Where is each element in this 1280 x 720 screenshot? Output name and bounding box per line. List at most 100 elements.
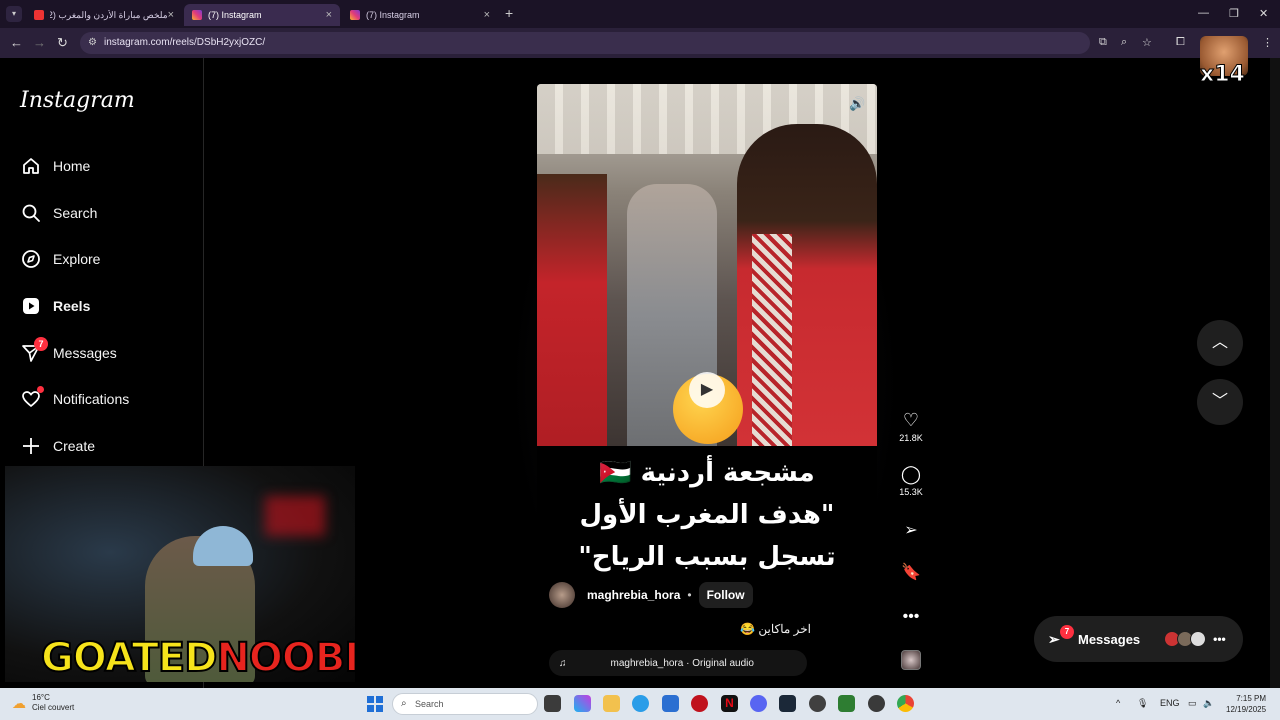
app-icon[interactable] bbox=[691, 695, 708, 712]
sidebar-item-messages[interactable]: 7 Messages bbox=[20, 337, 117, 367]
new-tab-button[interactable]: + bbox=[505, 5, 513, 21]
site-info-icon[interactable]: ⚙ bbox=[88, 32, 97, 54]
tab-youtube[interactable]: ملخص مباراة الأردن والمغرب (2-3 × bbox=[26, 4, 182, 26]
store-icon[interactable] bbox=[662, 695, 679, 712]
follow-button[interactable]: Follow bbox=[698, 582, 753, 608]
minimize-icon[interactable]: — bbox=[1198, 7, 1209, 19]
caption-line: مشجعة أردنية 🇯🇴 bbox=[599, 458, 815, 488]
close-tab-icon[interactable]: × bbox=[484, 9, 490, 21]
restore-icon[interactable]: ❐ bbox=[1229, 7, 1239, 20]
taskbar-search[interactable]: ⌕ Search bbox=[392, 693, 538, 715]
previous-reel-button[interactable]: ︿ bbox=[1197, 320, 1243, 366]
tab-instagram[interactable]: (7) Instagram × bbox=[342, 4, 498, 26]
address-toolbar: ← → ↻ ⚙ instagram.com/reels/DSbH2yxjOZC/… bbox=[0, 28, 1280, 58]
steam-icon[interactable] bbox=[779, 695, 796, 712]
search-icon: ⌕ bbox=[401, 698, 407, 709]
forward-icon[interactable]: → bbox=[33, 35, 46, 50]
youtube-icon bbox=[34, 10, 44, 20]
sidebar-item-label: Create bbox=[53, 438, 96, 454]
obs-icon[interactable] bbox=[868, 695, 885, 712]
app-icon[interactable] bbox=[809, 695, 826, 712]
sidebar-item-label: Explore bbox=[53, 251, 101, 267]
heart-icon bbox=[20, 386, 44, 410]
sidebar-item-search[interactable]: Search bbox=[20, 199, 97, 227]
back-icon[interactable]: ← bbox=[10, 35, 23, 50]
sidebar-item-label: Messages bbox=[53, 345, 117, 361]
like-button[interactable]: ♡ 21.8K bbox=[893, 410, 929, 443]
weather-temp: 16°C bbox=[32, 693, 50, 702]
extensions-icon[interactable]: ⧠ bbox=[1176, 36, 1185, 49]
sidebar-item-home[interactable]: Home bbox=[20, 152, 90, 180]
messages-badge: 7 bbox=[34, 337, 48, 351]
weather-desc: Ciel couvert bbox=[32, 703, 75, 712]
taskbar-search-placeholder: Search bbox=[415, 699, 444, 709]
chrome-icon[interactable] bbox=[897, 695, 914, 712]
more-options-button[interactable]: ••• bbox=[893, 608, 929, 626]
avatar[interactable] bbox=[549, 582, 575, 608]
tab-title: (7) Instagram bbox=[208, 10, 262, 20]
close-tab-icon[interactable]: × bbox=[168, 9, 174, 21]
page-scrollbar[interactable] bbox=[1270, 58, 1280, 688]
comment-button[interactable]: ◯ 15.3K bbox=[893, 464, 929, 497]
close-tab-icon[interactable]: × bbox=[326, 9, 332, 21]
discord-icon[interactable] bbox=[750, 695, 767, 712]
sound-icon[interactable]: 🔊 bbox=[849, 96, 865, 112]
audio-avatar[interactable] bbox=[901, 650, 921, 670]
weather-widget[interactable]: ☁ 16°C Ciel couvert bbox=[12, 693, 74, 713]
play-icon[interactable]: ▶ bbox=[689, 372, 725, 408]
sidebar-item-create[interactable]: Create bbox=[20, 432, 95, 460]
terminal-icon[interactable] bbox=[838, 695, 855, 712]
messenger-icon: 7 bbox=[20, 337, 48, 364]
music-note-icon: ♫ bbox=[559, 657, 567, 669]
task-view-icon[interactable] bbox=[544, 695, 561, 712]
stream-overlay-multiplier: x14 bbox=[1200, 62, 1246, 88]
video-keffiyeh bbox=[752, 234, 792, 446]
instagram-page: Instagram Home Search Explore Reels 7 Me… bbox=[0, 58, 1270, 688]
install-app-icon[interactable]: ⧉ bbox=[1099, 36, 1107, 49]
more-icon: ••• bbox=[1213, 632, 1226, 646]
instagram-logo[interactable]: Instagram bbox=[20, 88, 135, 113]
clock-date: 12/19/2025 bbox=[1226, 705, 1267, 714]
browser-tab-bar: ▾ ملخص مباراة الأردن والمغرب (2-3 × (7) … bbox=[0, 0, 1280, 28]
file-explorer-icon[interactable] bbox=[603, 695, 620, 712]
edge-icon[interactable] bbox=[632, 695, 649, 712]
close-window-icon[interactable]: ✕ bbox=[1259, 7, 1268, 20]
avatar bbox=[1190, 631, 1207, 647]
system-clock[interactable]: 7:15 PM 12/19/2025 bbox=[1226, 693, 1266, 715]
copilot-icon[interactable] bbox=[574, 695, 591, 712]
windows-start-icon[interactable] bbox=[367, 696, 383, 712]
tab-list-button[interactable]: ▾ bbox=[6, 6, 22, 22]
message-avatars bbox=[1164, 631, 1207, 647]
reload-icon[interactable]: ↻ bbox=[57, 35, 68, 51]
tab-instagram-active[interactable]: (7) Instagram × bbox=[184, 4, 340, 26]
sidebar-item-label: Search bbox=[53, 205, 98, 221]
tray-overflow-icon[interactable]: ^ bbox=[1116, 698, 1120, 708]
sidebar-item-notifications[interactable]: Notifications bbox=[20, 385, 129, 413]
author-handle[interactable]: maghrebia_hora bbox=[587, 588, 680, 602]
browser-menu-icon[interactable]: ⋮ bbox=[1262, 36, 1273, 49]
chevron-down-icon: ﹀ bbox=[1211, 393, 1228, 410]
windows-taskbar: ☁ 16°C Ciel couvert ⌕ Search N ^ 🎙 ENG ▭… bbox=[0, 688, 1280, 720]
bookmark-star-icon[interactable]: ☆ bbox=[1142, 36, 1152, 49]
notification-dot bbox=[37, 386, 44, 393]
more-icon: ••• bbox=[902, 608, 920, 625]
volume-icon[interactable]: 🔈 bbox=[1203, 698, 1214, 709]
reel-author: maghrebia_hora • Follow bbox=[549, 582, 753, 608]
audio-attribution[interactable]: ♫ maghrebia_hora · Original audio bbox=[549, 650, 807, 676]
messages-pill[interactable]: ➢ 7 Messages ••• bbox=[1034, 616, 1243, 662]
language-indicator[interactable]: ENG bbox=[1160, 698, 1180, 708]
netflix-icon[interactable]: N bbox=[721, 695, 738, 712]
url-text: instagram.com/reels/DSbH2yxjOZC/ bbox=[104, 37, 266, 48]
reel-video[interactable]: 🔊 ▶ bbox=[537, 84, 877, 446]
save-button[interactable]: 🔖 bbox=[893, 562, 929, 582]
microphone-icon[interactable]: 🎙 bbox=[1137, 698, 1148, 709]
zoom-icon[interactable]: ⌕ bbox=[1121, 36, 1127, 49]
sidebar-item-reels[interactable]: Reels bbox=[20, 292, 90, 320]
sidebar-item-explore[interactable]: Explore bbox=[20, 245, 100, 273]
url-bar[interactable]: ⚙ instagram.com/reels/DSbH2yxjOZC/ bbox=[80, 32, 1090, 54]
next-reel-button[interactable]: ﹀ bbox=[1197, 379, 1243, 425]
background-light bbox=[265, 496, 325, 536]
share-button[interactable]: ➢ bbox=[893, 520, 929, 540]
reels-icon bbox=[20, 295, 42, 317]
network-icon[interactable]: ▭ bbox=[1188, 698, 1197, 709]
